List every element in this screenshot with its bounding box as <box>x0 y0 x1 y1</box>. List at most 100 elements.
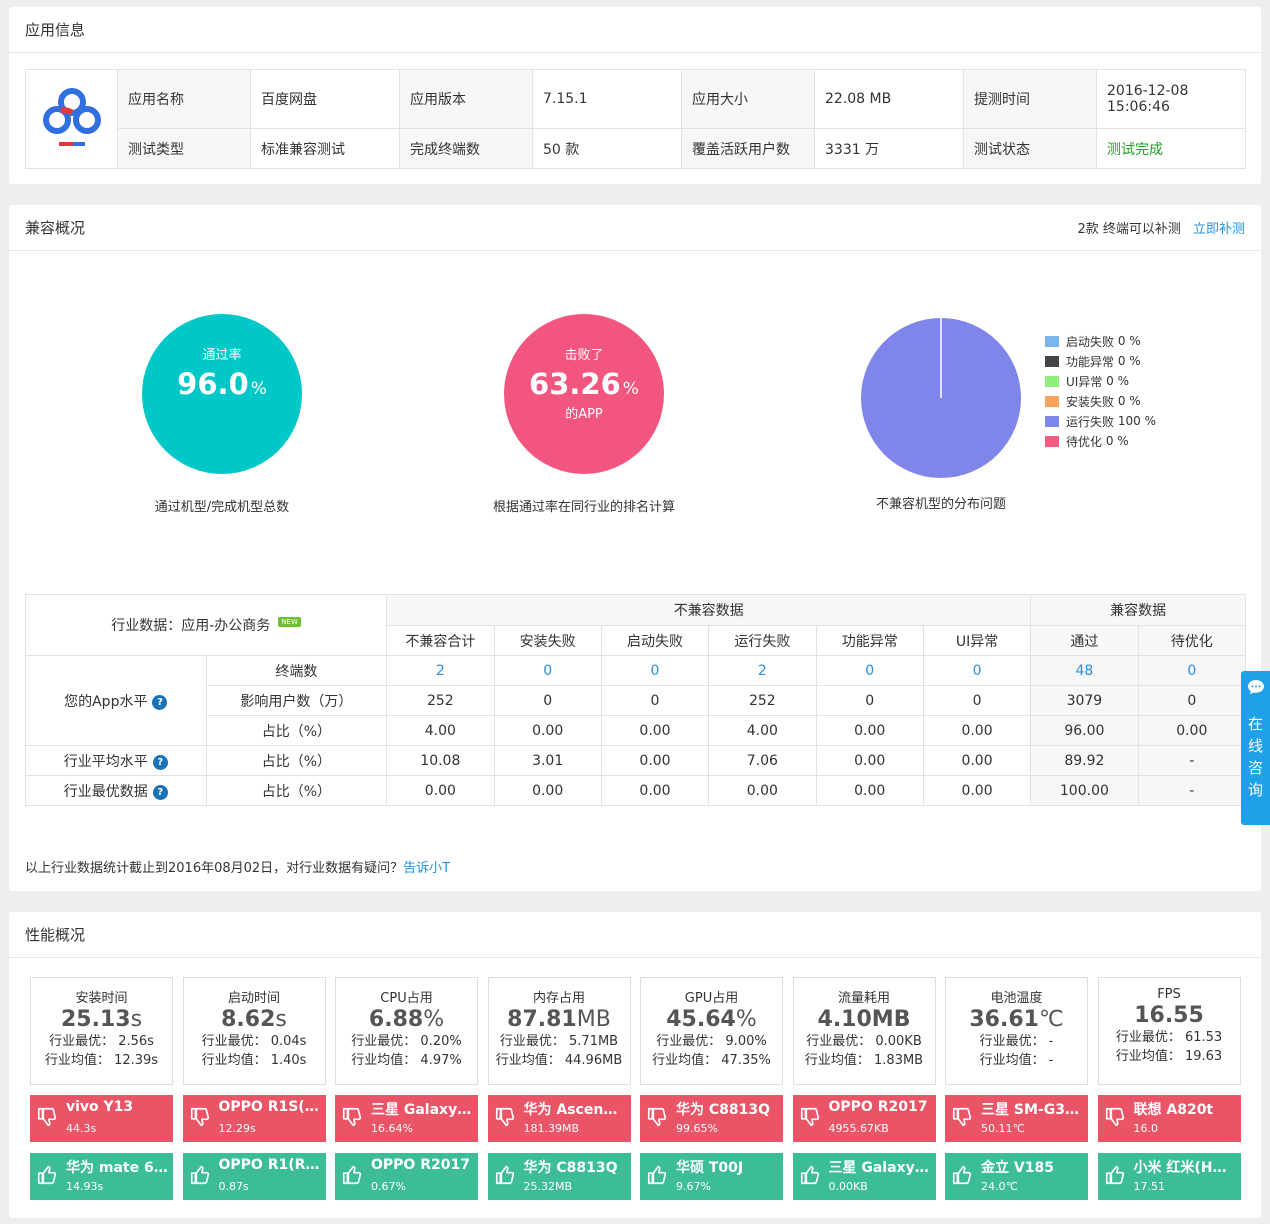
table-cell: 4.00 <box>386 715 495 746</box>
legend-item[interactable]: 安装失败 0 % <box>1045 391 1156 411</box>
test-status-value: 测试完成 <box>1096 128 1246 169</box>
metric-industry-avg: 行业均值： 1.40s <box>201 1053 307 1068</box>
perf-metric-card: 启动时间 8.62s 行业最优： 0.04s 行业均值： 1.40s <box>182 977 326 1085</box>
best-device-card[interactable]: OPPO R2017 0.67% <box>335 1153 478 1200</box>
app-info-table: 应用名称 百度网盘 应用版本 7.15.1 应用大小 22.08 MB 提测时间… <box>25 69 1246 169</box>
worst-device-card[interactable]: 三星 SM-G35… 50.11℃ <box>945 1095 1088 1142</box>
thumbs-down-icon <box>341 1106 363 1128</box>
table-cell: 0 <box>815 685 924 716</box>
devices-done-value: 50 款 <box>532 128 682 169</box>
best-device-card[interactable]: 金立 V185 24.0℃ <box>945 1153 1088 1200</box>
help-question-icon[interactable]: ? <box>152 784 168 800</box>
online-consult-tab[interactable]: 在 线 咨 询 <box>1241 671 1270 825</box>
legend-item[interactable]: 运行失败 100 % <box>1045 411 1156 431</box>
retest-link[interactable]: 立即补测 <box>1193 222 1245 237</box>
column-header: 通过 <box>1030 625 1139 656</box>
best-device-value: 9.67% <box>676 1180 711 1193</box>
tell-xiaot-link[interactable]: 告诉小T <box>403 861 450 876</box>
row-group-text: 行业最优数据 <box>63 783 148 800</box>
table-cell[interactable]: 2 <box>386 655 495 686</box>
table-cell: 7.06 <box>708 745 817 776</box>
worst-device-card[interactable]: 华为 Ascend … 181.39MB <box>487 1095 631 1142</box>
worst-device-card[interactable]: 华为 C8813Q 99.65% <box>640 1095 783 1142</box>
perf-metric-card: CPU占用 6.88% 行业最优： 0.20% 行业均值： 4.97% <box>335 977 478 1085</box>
table-cell: 89.92 <box>1030 745 1139 776</box>
table-cell: 0 <box>1137 685 1247 716</box>
compat-panel: 兼容概况 2款 终端可以补测 立即补测 通过率 96.0% 通过机型/完成机型总… <box>9 205 1261 891</box>
table-cell[interactable]: 0 <box>1137 655 1247 686</box>
industry-label: 行业数据：应用-办公商务 <box>111 618 271 634</box>
metric-industry-best: 行业最优： 0.04s <box>201 1034 307 1049</box>
best-device-card[interactable]: 华为 C8813Q 25.32MB <box>487 1153 631 1200</box>
column-header: 不兼容合计 <box>386 625 495 656</box>
worst-device-card[interactable]: 联想 A820t 16.0 <box>1097 1095 1241 1142</box>
metric-name: 电池温度 <box>990 991 1043 1006</box>
metric-number: 4.10MB <box>817 1007 911 1032</box>
worst-device-card[interactable]: OPPO R2017 4955.67KB <box>792 1095 936 1142</box>
legend-item[interactable]: 启动失败 0 % <box>1045 331 1156 351</box>
metric-unit: s <box>130 1007 143 1032</box>
app-logo <box>25 69 118 169</box>
legend-swatch <box>1045 415 1059 427</box>
worst-device-card[interactable]: vivo Y13 44.3s <box>30 1095 173 1142</box>
legend-value: 0 % <box>1105 434 1129 448</box>
app-version-label: 应用版本 <box>399 69 533 129</box>
pie-caption: 不兼容机型的分布问题 <box>875 497 1006 512</box>
submit-time-label: 提测时间 <box>963 69 1097 129</box>
industry-note: 以上行业数据统计截止到2016年08月02日，对行业数据有疑问？告诉小T <box>25 857 450 876</box>
table-cell: 0.00 <box>815 775 924 806</box>
legend-name: 启动失败 <box>1066 334 1115 349</box>
beat-rate-value: 63.26 <box>529 367 621 401</box>
best-device-card[interactable]: 华硕 T00J 9.67% <box>640 1153 783 1200</box>
metric-industry-avg: 行业均值： 47.35% <box>652 1053 771 1068</box>
thumbs-up-icon <box>799 1164 821 1186</box>
table-cell: 252 <box>708 685 817 716</box>
row-group-label: 行业最优数据? <box>25 775 207 806</box>
beat-rate-label: 击败了 <box>564 348 604 363</box>
app-version-value: 7.15.1 <box>532 69 682 129</box>
metric-industry-best: 行业最优： - <box>979 1034 1054 1049</box>
industry-note-text: 以上行业数据统计截止到2016年08月02日，对行业数据有疑问？ <box>25 861 404 876</box>
metric-unit: ℃ <box>1038 1007 1064 1032</box>
app-size-value: 22.08 MB <box>814 69 964 129</box>
legend-item[interactable]: 待优化 0 % <box>1045 431 1156 451</box>
thumbs-up-icon <box>36 1164 58 1186</box>
compat-group-header: 兼容数据 <box>1030 594 1246 626</box>
legend-name: 待优化 <box>1066 434 1103 449</box>
worst-device-card[interactable]: 三星 Galaxy T… 16.64% <box>335 1095 478 1142</box>
column-header: 运行失败 <box>708 625 817 656</box>
consult-char-4: 询 <box>1247 781 1263 799</box>
metric-industry-best: 行业最优： 61.53 <box>1115 1030 1223 1045</box>
metric-industry-avg: 行业均值： 12.39s <box>44 1053 159 1068</box>
row-group-text: 您的App水平 <box>64 693 148 710</box>
metric-industry-avg: 行业均值： 1.83MB <box>804 1053 924 1068</box>
table-cell[interactable]: 0 <box>815 655 924 686</box>
chat-bubble-icon <box>1241 679 1270 699</box>
table-cell[interactable]: 0 <box>922 655 1032 686</box>
metric-value: 87.81MB <box>489 1007 630 1032</box>
thumbs-down-icon <box>951 1106 973 1128</box>
best-device-name: 三星 Galaxy S… <box>828 1160 931 1176</box>
table-cell[interactable]: 0 <box>600 655 710 686</box>
submit-date: 2016-12-08 <box>1107 83 1189 99</box>
table-cell[interactable]: 2 <box>708 655 817 686</box>
industry-compare-table: 行业数据：应用-办公商务 NEW 不兼容数据 兼容数据 不兼容合计 安装失败 启动失败… <box>24 594 1247 806</box>
legend-swatch <box>1045 355 1059 367</box>
best-device-card[interactable]: 小米 红米(HM… 17.51 <box>1097 1153 1241 1200</box>
table-cell: 4.00 <box>708 715 817 746</box>
table-cell: 0.00 <box>386 775 495 806</box>
best-device-card[interactable]: OPPO R1(R8… 0.87s <box>182 1153 326 1200</box>
table-cell[interactable]: 0 <box>493 655 602 686</box>
help-question-icon[interactable]: ? <box>152 754 168 770</box>
best-device-card[interactable]: 三星 Galaxy S… 0.00KB <box>792 1153 936 1200</box>
worst-device-value: 12.29s <box>218 1122 256 1135</box>
thumbs-up-icon <box>1104 1164 1126 1186</box>
table-cell[interactable]: 48 <box>1030 655 1139 686</box>
perf-title: 性能概况 <box>25 926 86 944</box>
best-device-card[interactable]: 华为 mate 6(… 14.93s <box>30 1153 173 1200</box>
worst-device-card[interactable]: OPPO R1S(R… 12.29s <box>182 1095 326 1142</box>
help-question-icon[interactable]: ? <box>152 694 168 710</box>
legend-item[interactable]: UI异常 0 % <box>1045 371 1156 391</box>
legend-item[interactable]: 功能异常 0 % <box>1045 351 1156 371</box>
perf-metric-card: 内存占用 87.81MB 行业最优： 5.71MB 行业均值： 44.96MB <box>487 977 631 1085</box>
